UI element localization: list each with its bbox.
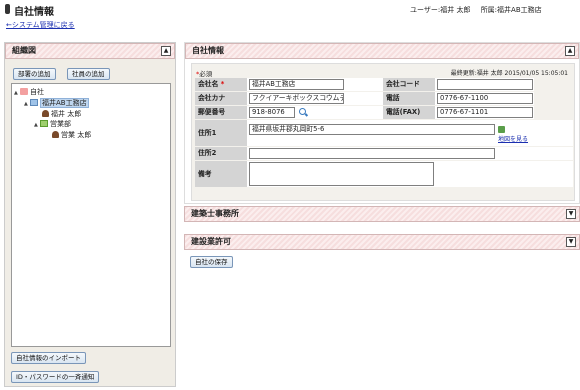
tree-node-person[interactable]: 福井 太郎: [42, 109, 81, 119]
last-updated: 最終更新:福井 太郎 2015/01/05 15:05:01: [450, 70, 568, 77]
person-icon: [42, 110, 49, 117]
home-icon: [20, 88, 28, 95]
tree-node-department[interactable]: ▲ 営業部: [34, 119, 71, 129]
add-department-button[interactable]: 部署の追加: [13, 68, 56, 80]
org-chart-panel: 組織図 ▲ 部署の追加 社員の追加 ▲ 自社 ▲ 福井AB工務店 福井 太郎 ▲ 営業…: [4, 42, 176, 387]
org-chart-header: 組織図 ▲: [5, 43, 175, 59]
address1-label: 住所1: [195, 120, 247, 146]
collapse-company-info-button[interactable]: ▲: [565, 46, 575, 56]
tree-node-company[interactable]: ▲ 福井AB工務店: [24, 98, 89, 108]
address1-input[interactable]: 福井県坂井郡丸岡町5-6: [249, 124, 495, 135]
expand-construction-license-button[interactable]: ▼: [566, 237, 576, 247]
fax-label: 電話(FAX): [383, 106, 435, 119]
company-kana-input[interactable]: フクイアーキボックスコウムテン: [249, 93, 344, 104]
company-info-panel: 自社情報 ▲ *必須 最終更新:福井 太郎 2015/01/05 15:05:0…: [184, 42, 580, 204]
company-info-header: 自社情報 ▲: [185, 43, 579, 59]
org-chart-title: 組織図: [12, 46, 36, 55]
required-note: *必須: [196, 70, 213, 78]
back-to-system-admin-link[interactable]: ←システム管理に戻る: [6, 20, 75, 30]
company-kana-label: 会社カナ: [195, 92, 247, 105]
notes-textarea[interactable]: [249, 162, 434, 186]
person-icon: [52, 131, 59, 138]
view-map-link[interactable]: 地図を見る: [498, 134, 528, 143]
construction-license-header[interactable]: 建設業許可 ▼: [184, 234, 580, 250]
notes-label: 備考: [195, 161, 247, 187]
title-icon: [5, 4, 10, 14]
company-code-label: 会社コード: [383, 78, 435, 91]
architect-office-title: 建築士事務所: [191, 209, 239, 218]
save-company-button[interactable]: 自社の保存: [190, 256, 233, 268]
folder-icon: [40, 120, 48, 127]
architect-office-section: 建築士事務所 ▼: [184, 206, 580, 222]
construction-license-section: 建設業許可 ▼: [184, 234, 580, 250]
zip-search-icon[interactable]: [299, 108, 306, 115]
user-info: ユーザー:福井 太郎 所属:福井AB工務店: [410, 5, 550, 15]
company-info-title: 自社情報: [192, 46, 224, 55]
collapse-org-chart-button[interactable]: ▲: [161, 46, 171, 56]
address2-label: 住所2: [195, 147, 247, 160]
notify-id-password-button[interactable]: ID・パスワードの一斉通知: [11, 371, 100, 383]
add-employee-button[interactable]: 社員の追加: [67, 68, 110, 80]
org-tree: ▲ 自社 ▲ 福井AB工務店 福井 太郎 ▲ 営業部 営業 太郎: [11, 83, 171, 347]
company-info-form: *必須 最終更新:福井 太郎 2015/01/05 15:05:01 会社名 *…: [191, 63, 575, 201]
company-icon: [30, 99, 38, 106]
company-name-input[interactable]: 福井AB工務店: [249, 79, 344, 90]
phone-label: 電話: [383, 92, 435, 105]
tree-node-person[interactable]: 営業 太郎: [52, 130, 91, 140]
tree-node-root[interactable]: ▲ 自社: [14, 87, 44, 97]
company-name-label: 会社名 *: [195, 78, 247, 91]
phone-input[interactable]: 0776-67-1100: [437, 93, 533, 104]
construction-license-title: 建設業許可: [191, 237, 231, 246]
address2-input[interactable]: [249, 148, 495, 159]
user-affiliation: 所属:福井AB工務店: [480, 6, 542, 14]
import-company-info-button[interactable]: 自社情報のインポート: [11, 352, 86, 364]
architect-office-header[interactable]: 建築士事務所 ▼: [184, 206, 580, 222]
user-name: ユーザー:福井 太郎: [410, 6, 471, 14]
zip-input[interactable]: 918-8076: [249, 107, 295, 118]
company-code-input[interactable]: [437, 79, 533, 90]
map-icon: [498, 126, 505, 133]
fax-input[interactable]: 0776-67-1101: [437, 107, 533, 118]
page-title: 自社情報: [14, 7, 54, 18]
expand-architect-office-button[interactable]: ▼: [566, 209, 576, 219]
zip-label: 郵便番号: [195, 106, 247, 119]
